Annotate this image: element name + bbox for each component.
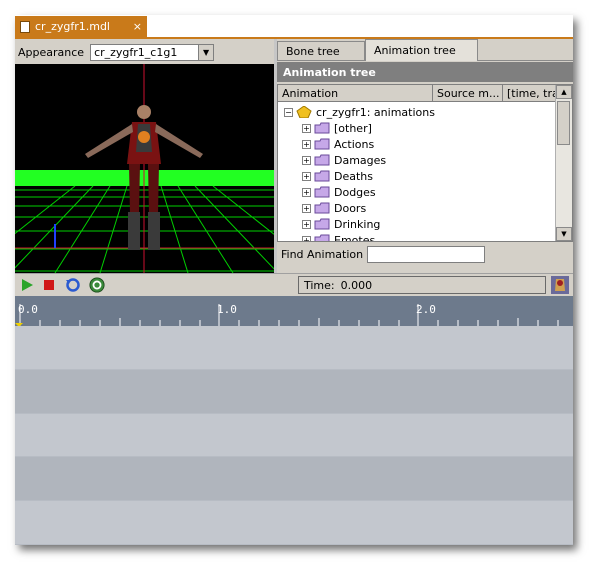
- scroll-thumb[interactable]: [557, 101, 570, 145]
- column-source[interactable]: Source m...: [433, 85, 503, 102]
- application-window: cr_zygfr1.mdl × Appearance cr_zygfr1_c1g…: [15, 15, 573, 545]
- tree-rows: − cr_zygfr1: animations + [other] + Acti…: [278, 104, 556, 242]
- play-icon[interactable]: [19, 277, 35, 293]
- timeline-track[interactable]: [15, 413, 573, 458]
- tree-item-label: Dodges: [334, 185, 376, 199]
- folder-icon: [314, 186, 330, 198]
- tree-item-drinking[interactable]: + Drinking: [278, 216, 556, 232]
- tree-item-label: Doors: [334, 201, 367, 215]
- tree-item-dodges[interactable]: + Dodges: [278, 184, 556, 200]
- expand-icon[interactable]: +: [302, 139, 311, 149]
- folder-icon: [314, 122, 330, 134]
- column-animation[interactable]: Animation: [278, 85, 433, 102]
- expand-icon[interactable]: +: [302, 235, 311, 241]
- expand-icon[interactable]: +: [302, 123, 311, 133]
- panel-tabs: Bone tree Animation tree: [277, 39, 573, 61]
- tree-item-emotes[interactable]: + Emotes: [278, 232, 556, 242]
- animation-panel: Bone tree Animation tree Animation tree …: [277, 39, 573, 273]
- 3d-viewport[interactable]: [15, 64, 324, 274]
- folder-icon: [314, 202, 330, 214]
- folder-icon: [314, 170, 330, 182]
- ruler-label-1: 1.0: [217, 303, 237, 316]
- tree-root-label: cr_zygfr1: animations: [316, 105, 435, 119]
- file-icon: [20, 20, 30, 33]
- animation-tree-header: Animation tree: [277, 62, 573, 82]
- expand-icon[interactable]: +: [302, 155, 311, 165]
- root-icon: [296, 106, 312, 118]
- tree-item-doors[interactable]: + Doors: [278, 200, 556, 216]
- timeline-track[interactable]: [15, 369, 573, 414]
- ruler-ticks: [15, 304, 559, 326]
- time-value: 0.000: [340, 278, 373, 292]
- expand-icon[interactable]: +: [302, 219, 311, 229]
- expand-icon[interactable]: +: [302, 203, 311, 213]
- expand-icon[interactable]: +: [302, 187, 311, 197]
- scroll-up-icon[interactable]: ▲: [556, 85, 572, 99]
- find-animation-input[interactable]: [367, 246, 486, 263]
- folder-icon: [314, 138, 330, 150]
- tree-root-row[interactable]: − cr_zygfr1: animations: [278, 104, 556, 120]
- tree-item-label: [other]: [334, 121, 372, 135]
- find-animation-row: Find Animation: [281, 246, 486, 263]
- tree-item-label: Damages: [334, 153, 387, 167]
- stop-icon[interactable]: [41, 277, 57, 293]
- timeline-track[interactable]: [15, 457, 573, 502]
- tree-item-actions[interactable]: + Actions: [278, 136, 556, 152]
- time-display: Time: 0.000: [298, 276, 546, 294]
- ruler-label-0: 0.0: [18, 303, 38, 316]
- column-time[interactable]: [time, trans,: [503, 85, 556, 102]
- scroll-down-icon[interactable]: ▼: [556, 227, 572, 241]
- tree-item-label: Actions: [334, 137, 375, 151]
- tree-item-label: Deaths: [334, 169, 373, 183]
- appearance-select[interactable]: cr_zygfr1_c1g1 ▼: [90, 43, 215, 61]
- find-animation-label: Find Animation: [281, 248, 364, 261]
- close-icon[interactable]: ×: [133, 20, 142, 33]
- collapse-icon[interactable]: −: [284, 107, 293, 117]
- loop-icon[interactable]: [65, 277, 81, 293]
- timeline-ruler[interactable]: 0.0 1.0 2.0: [15, 296, 573, 326]
- appearance-label: Appearance: [18, 45, 85, 59]
- document-tab-title: cr_zygfr1.mdl: [35, 20, 110, 33]
- tree-columns: Animation Source m... [time, trans,: [278, 85, 556, 102]
- tree-item-other[interactable]: + [other]: [278, 120, 556, 136]
- dropdown-arrow-icon[interactable]: ▼: [198, 44, 214, 60]
- folder-icon: [314, 234, 330, 241]
- app-badge-icon: [550, 275, 570, 295]
- tree-item-label: Drinking: [334, 217, 381, 231]
- tab-bone-tree[interactable]: Bone tree: [277, 41, 365, 60]
- timeline-track[interactable]: [15, 326, 573, 370]
- folder-icon: [314, 218, 330, 230]
- document-tab-strip: cr_zygfr1.mdl ×: [15, 15, 573, 39]
- tree-scrollbar[interactable]: ▲ ▼: [555, 85, 572, 241]
- timeline-track[interactable]: [15, 501, 573, 545]
- tree-item-damages[interactable]: + Damages: [278, 152, 556, 168]
- viewport-scene: [15, 64, 324, 274]
- appearance-select-value: cr_zygfr1_c1g1: [94, 45, 178, 59]
- tab-animation-tree[interactable]: Animation tree: [365, 39, 478, 61]
- expand-icon[interactable]: +: [302, 171, 311, 181]
- timeline-tracks[interactable]: [15, 326, 573, 545]
- ruler-label-2: 2.0: [416, 303, 436, 316]
- animation-tree[interactable]: Animation Source m... [time, trans, − cr…: [277, 84, 573, 242]
- transport-bar: Time: 0.000: [15, 273, 573, 296]
- tree-item-label: Emotes: [334, 233, 376, 242]
- tree-item-deaths[interactable]: + Deaths: [278, 168, 556, 184]
- refresh-icon[interactable]: [89, 277, 105, 293]
- preview-pane: Appearance cr_zygfr1_c1g1 ▼: [15, 39, 324, 274]
- folder-icon: [314, 154, 330, 166]
- appearance-row: Appearance cr_zygfr1_c1g1 ▼: [18, 43, 215, 61]
- time-label: Time:: [304, 278, 335, 292]
- document-tab[interactable]: cr_zygfr1.mdl ×: [15, 16, 147, 37]
